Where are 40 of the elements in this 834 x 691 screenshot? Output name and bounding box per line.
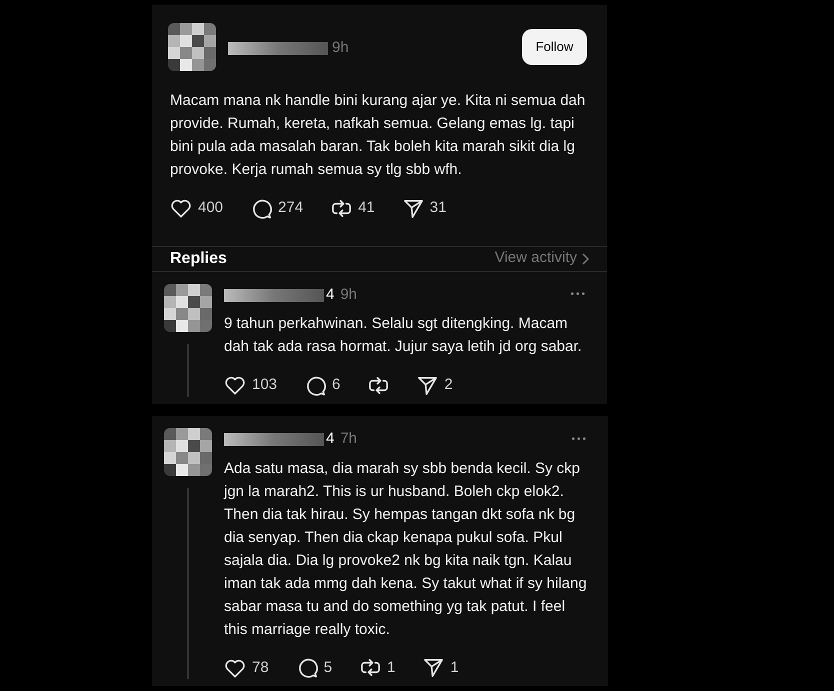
- more-button[interactable]: •••: [571, 432, 588, 447]
- count: 78: [252, 658, 269, 678]
- repost-icon[interactable]: [331, 198, 352, 219]
- comment-icon[interactable]: [305, 374, 326, 396]
- heart-icon[interactable]: [170, 198, 192, 218]
- count: 41: [358, 198, 375, 218]
- share-icon[interactable]: [423, 657, 444, 678]
- count: 2: [444, 375, 453, 395]
- follow-button[interactable]: Follow: [522, 29, 587, 65]
- comment-icon[interactable]: [251, 198, 272, 219]
- count: 274: [278, 198, 304, 218]
- repost-icon[interactable]: [368, 374, 390, 396]
- avatar[interactable]: [164, 428, 212, 476]
- count: 6: [332, 375, 340, 395]
- chevron-icon: [581, 252, 589, 264]
- count: 31: [430, 198, 446, 218]
- username-end: 4: [326, 429, 334, 449]
- view-activity-link[interactable]: View activity: [494, 247, 589, 270]
- count: 400: [198, 198, 224, 218]
- timestamp: 9h: [332, 38, 349, 58]
- avatar[interactable]: [168, 23, 216, 71]
- avatar[interactable]: [164, 284, 212, 332]
- replies-heading: Replies: [170, 248, 227, 268]
- post-text: Macam mana nk handle bini kurang ajar ye. Kita ni semua dah provide. Rumah, kereta, nafkah semua. Gelang emas lg. tapi bini pula ada masalah baran. Tak boleh kita marah sikit dia lg provoke. Kerja rumah semua sy tlg sbb wfh.: [169, 91, 586, 180]
- timestamp: 9h: [340, 284, 358, 304]
- heart-icon[interactable]: [224, 658, 246, 678]
- count: 1: [450, 658, 459, 678]
- share-icon[interactable]: [417, 374, 438, 396]
- reply-text: Ada satu masa, dia marah sy sbb benda kecil. Sy ckp jgn la marah2. This is ur husband. Boleh ckp elok2. Then dia tak hirau. Sy hempas tangan dkt sofa nk bg dia senyap. Then dia ckap kenapa pukul sofa. Pkul sajala dia. Dia lg provoke2 nk bg kita naik tgn. Kalau iman tak ada mmg dah kena. Sy takut what if sy hilang sabar masa tu and do something yg tak patut. I feel this marriage really toxic.: [224, 458, 588, 640]
- timestamp: 7h: [340, 429, 358, 449]
- count: 103: [252, 375, 278, 395]
- count: 5: [324, 658, 332, 678]
- more-button[interactable]: •••: [570, 287, 587, 302]
- count: 1: [387, 658, 396, 678]
- reply-text: 9 tahun perkahwinan. Selalu sgt ditengking. Macam dah tak ada rasa hormat. Jujur saya letih jd org sabar.: [224, 314, 583, 357]
- repost-icon[interactable]: [360, 657, 382, 678]
- share-icon[interactable]: [402, 198, 424, 219]
- comment-icon[interactable]: [296, 657, 318, 678]
- heart-icon[interactable]: [224, 375, 246, 396]
- username-end: 4: [326, 284, 334, 304]
